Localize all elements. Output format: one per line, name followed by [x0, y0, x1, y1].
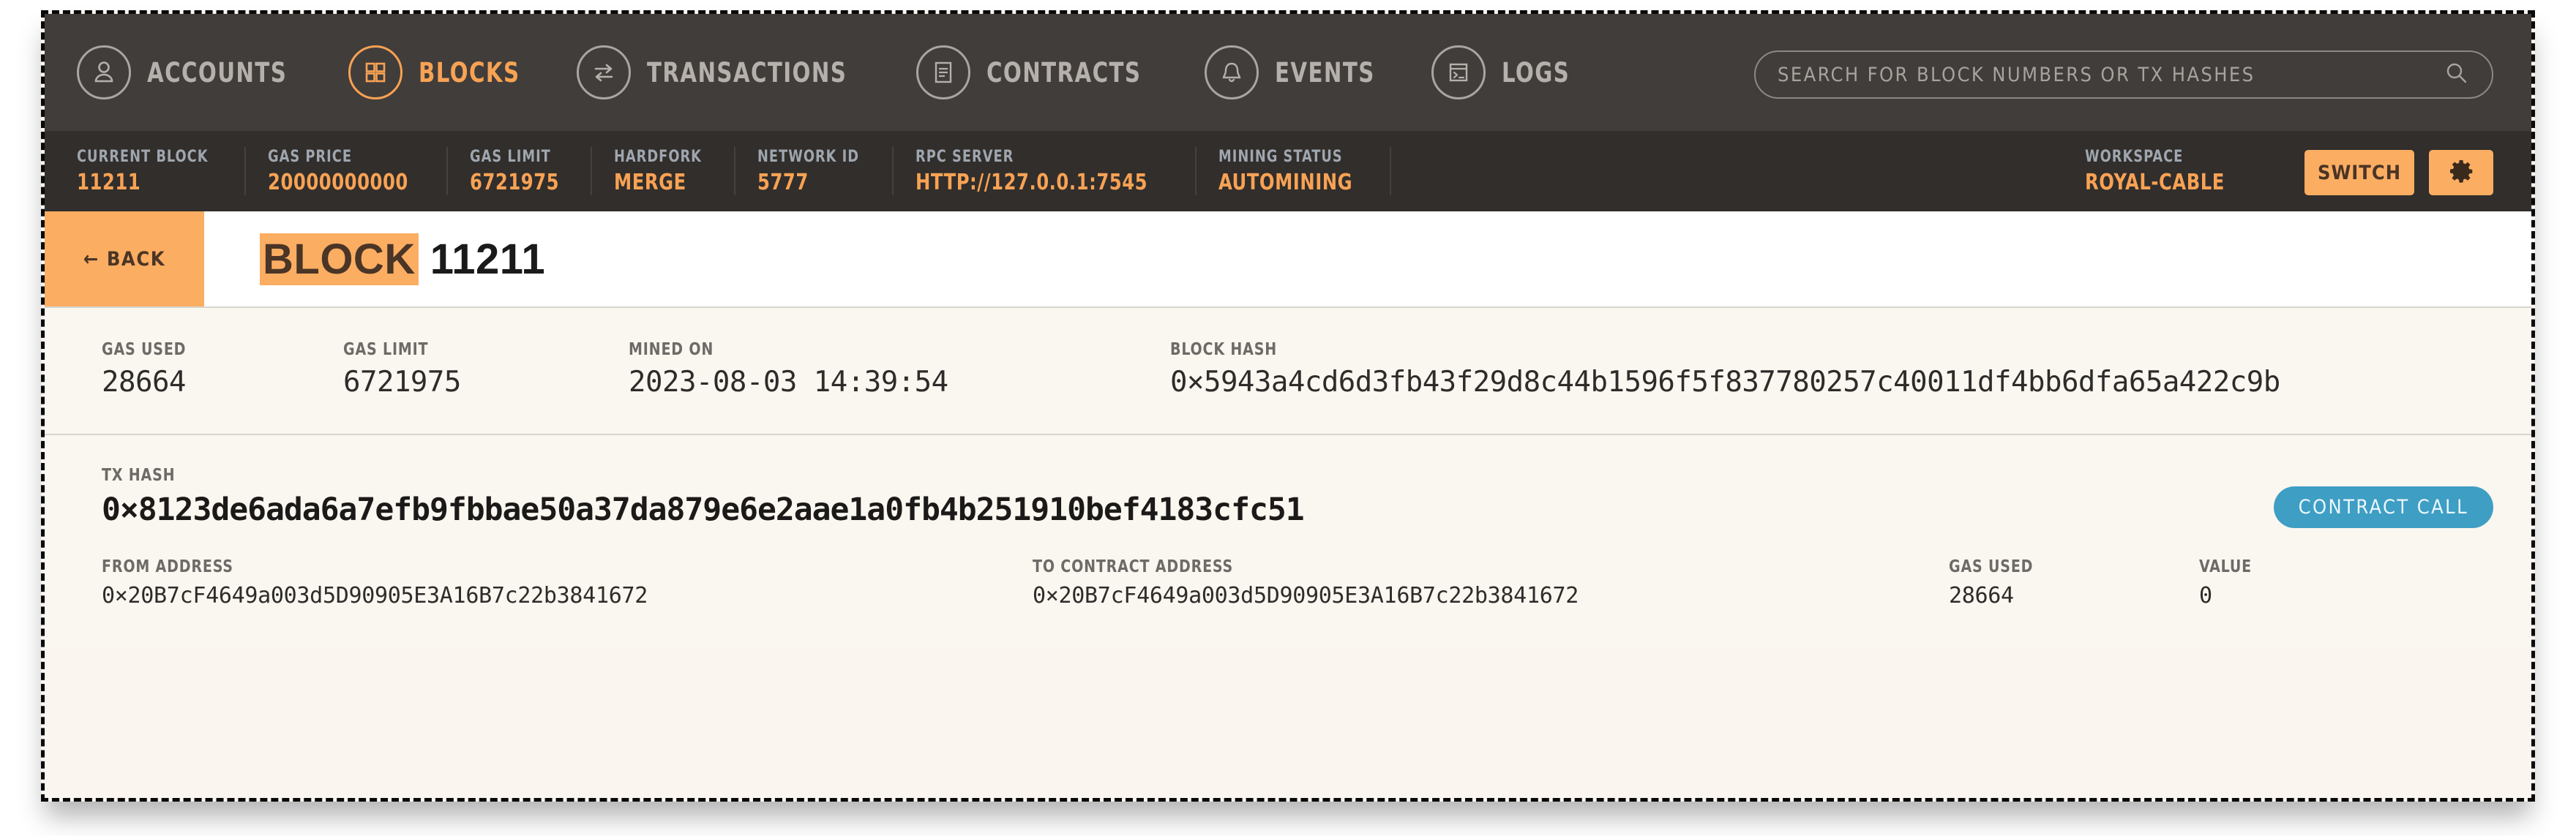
page-title-highlight: BLOCK	[260, 233, 419, 285]
stat-value-rpc-server: HTTP://127.0.0.1:7545	[916, 170, 1147, 195]
block-summary-row: GAS USED 28664 GAS LIMIT 6721975 MINED O…	[45, 340, 2531, 399]
value-tx-gas-used: 28664	[1949, 583, 2199, 609]
value-to-contract-address: 0×20B7cF4649a003d5D90905E3A16B7c22b38416…	[1033, 583, 1949, 609]
nav-label-events: EVENTS	[1275, 57, 1375, 89]
stat-gas-limit: GAS LIMIT 6721975	[470, 147, 593, 195]
search-icon[interactable]	[2444, 60, 2470, 90]
label-block-mined-on: MINED ON	[629, 340, 1127, 359]
value-tx-value: 0	[2199, 583, 2419, 609]
label-tx-hash: TX HASH	[102, 466, 2337, 485]
field-block-hash: BLOCK HASH 0×5943a4cd6d3fb43f29d8c44b159…	[1170, 340, 2531, 399]
stat-value-current-block: 11211	[77, 170, 209, 195]
stat-network-id: NETWORK ID 5777	[757, 147, 894, 195]
field-tx-hash: TX HASH 0×8123de6ada6a7efb9fbbae50a37da8…	[45, 466, 2531, 528]
stat-label-current-block: CURRENT BLOCK	[77, 148, 209, 166]
stat-value-gas-limit: 6721975	[470, 170, 559, 195]
value-from-address: 0×20B7cF4649a003d5D90905E3A16B7c22b38416…	[102, 583, 1033, 609]
stat-label-gas-limit: GAS LIMIT	[470, 148, 559, 166]
nav-label-accounts: ACCOUNTS	[147, 57, 287, 89]
search-input[interactable]	[1778, 64, 2444, 86]
settings-button[interactable]	[2429, 150, 2493, 195]
field-block-gas-used: GAS USED 28664	[102, 340, 343, 399]
nav-item-transactions[interactable]: TRANSACTIONS	[577, 45, 875, 99]
transaction-detail-row: FROM ADDRESS 0×20B7cF4649a003d5D90905E3A…	[45, 557, 2531, 609]
stat-mining-status: MINING STATUS AUTOMINING	[1218, 147, 1391, 195]
page-title: BLOCK 11211	[204, 211, 545, 306]
stat-gas-price: GAS PRICE 20000000000	[268, 147, 447, 195]
stat-value-workspace: ROYAL-CABLE	[2085, 170, 2225, 195]
nav-item-events[interactable]: EVENTS	[1205, 45, 1388, 99]
block-summary-section: GAS USED 28664 GAS LIMIT 6721975 MINED O…	[45, 308, 2531, 435]
nav-item-accounts[interactable]: ACCOUNTS	[77, 45, 306, 99]
page-title-bar: ← BACK BLOCK 11211	[45, 211, 2531, 308]
nav-item-contracts[interactable]: CONTRACTS	[916, 45, 1162, 99]
value-block-mined-on: 2023-08-03 14:39:54	[629, 366, 1170, 399]
blocks-icon	[348, 45, 402, 99]
value-tx-hash: 0×8123de6ada6a7efb9fbbae50a37da879e6e2aa…	[102, 492, 2531, 528]
value-block-hash: 0×5943a4cd6d3fb43f29d8c44b1596f5f8377802…	[1170, 366, 2531, 399]
logs-icon	[1431, 45, 1486, 99]
stat-workspace: WORKSPACE ROYAL-CABLE	[2085, 147, 2262, 195]
nav-label-transactions: TRANSACTIONS	[647, 57, 847, 89]
nav-label-contracts: CONTRACTS	[986, 57, 1141, 89]
search-box[interactable]	[1754, 50, 2493, 99]
value-block-gas-used: 28664	[102, 366, 343, 399]
value-block-gas-limit: 6721975	[343, 366, 629, 399]
stat-label-hardfork: HARDFORK	[614, 148, 702, 166]
account-icon	[77, 45, 131, 99]
label-block-hash: BLOCK HASH	[1170, 340, 2422, 359]
stat-label-mining-status: MINING STATUS	[1218, 148, 1352, 166]
label-block-gas-used: GAS USED	[102, 340, 324, 359]
stat-label-rpc-server: RPC SERVER	[916, 148, 1147, 166]
stat-value-hardfork: MERGE	[614, 170, 702, 195]
stat-value-gas-price: 20000000000	[268, 170, 408, 195]
label-tx-value: VALUE	[2199, 557, 2401, 576]
stat-label-workspace: WORKSPACE	[2085, 148, 2225, 166]
stat-value-network-id: 5777	[757, 170, 859, 195]
field-to-contract-address: TO CONTRACT ADDRESS 0×20B7cF4649a003d5D9…	[1033, 557, 1949, 609]
gear-icon	[2449, 159, 2474, 187]
events-bell-icon	[1205, 45, 1259, 99]
back-button[interactable]: ← BACK	[45, 211, 204, 306]
stat-label-network-id: NETWORK ID	[757, 148, 859, 166]
field-from-address: FROM ADDRESS 0×20B7cF4649a003d5D90905E3A…	[102, 557, 1033, 609]
stat-label-gas-price: GAS PRICE	[268, 148, 408, 166]
field-block-gas-limit: GAS LIMIT 6721975	[343, 340, 629, 399]
switch-workspace-button[interactable]: SWITCH	[2304, 150, 2414, 195]
ganache-app-window: ACCOUNTS BLOCKS TRANSACTIONS	[41, 10, 2535, 802]
label-block-gas-limit: GAS LIMIT	[343, 340, 606, 359]
transactions-icon	[577, 45, 631, 99]
stat-rpc-server: RPC SERVER HTTP://127.0.0.1:7545	[916, 147, 1197, 195]
transaction-card[interactable]: TX HASH 0×8123de6ada6a7efb9fbbae50a37da8…	[45, 435, 2531, 648]
field-tx-value: VALUE 0	[2199, 557, 2419, 609]
label-to-contract-address: TO CONTRACT ADDRESS	[1033, 557, 1876, 576]
field-tx-gas-used: GAS USED 28664	[1949, 557, 2199, 609]
stat-current-block: CURRENT BLOCK 11211	[77, 147, 246, 195]
contracts-icon	[916, 45, 970, 99]
nav-label-blocks: BLOCKS	[419, 57, 520, 89]
status-bar: CURRENT BLOCK 11211 GAS PRICE 2000000000…	[45, 131, 2531, 211]
nav-item-blocks[interactable]: BLOCKS	[348, 45, 533, 99]
label-from-address: FROM ADDRESS	[102, 557, 958, 576]
top-navigation-bar: ACCOUNTS BLOCKS TRANSACTIONS	[45, 14, 2531, 131]
field-block-mined-on: MINED ON 2023-08-03 14:39:54	[629, 340, 1170, 399]
page-title-number: 11211	[430, 235, 545, 284]
status-badge-contract-call: CONTRACT CALL	[2274, 486, 2493, 528]
label-tx-gas-used: GAS USED	[1949, 557, 2179, 576]
stat-hardfork: HARDFORK MERGE	[614, 147, 735, 195]
nav-label-logs: LOGS	[1502, 57, 1570, 89]
stat-value-mining-status: AUTOMINING	[1218, 170, 1352, 195]
nav-item-logs[interactable]: LOGS	[1431, 45, 1579, 99]
